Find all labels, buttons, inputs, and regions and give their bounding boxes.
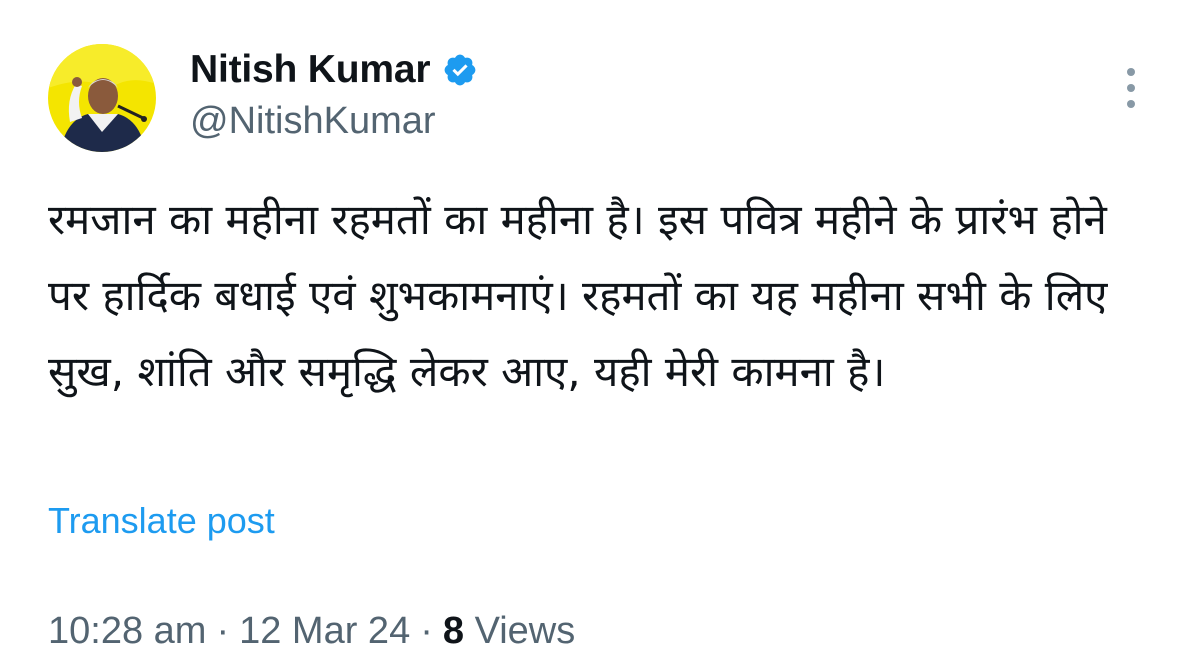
avatar[interactable] — [48, 44, 156, 152]
more-options-button[interactable] — [1118, 66, 1144, 110]
more-vertical-icon — [1127, 68, 1135, 76]
post-text: रमजान का महीना रहमतों का महीना है। इस पव… — [48, 195, 1121, 396]
meta-separator: · — [216, 610, 230, 652]
post-date[interactable]: 12 Mar 24 — [239, 610, 410, 652]
more-vertical-icon-dot — [1127, 100, 1135, 108]
name-row: Nitish Kumar — [190, 44, 478, 96]
verified-badge-icon — [442, 52, 478, 88]
meta-separator: · — [420, 610, 433, 652]
author-display-name[interactable]: Nitish Kumar — [190, 48, 431, 92]
views-label: Views — [474, 610, 576, 652]
post-meta: 10:28 am · 12 Mar 24 · 8 Views — [48, 610, 575, 653]
more-vertical-icon-dot — [1127, 84, 1135, 92]
author-block: Nitish Kumar @NitishKumar — [190, 44, 478, 143]
post-card: Nitish Kumar @NitishKumar रमजान का महीना… — [0, 0, 1200, 668]
post-time[interactable]: 10:28 am — [48, 610, 206, 652]
author-handle[interactable]: @NitishKumar — [190, 100, 478, 143]
translate-post-link[interactable]: Translate post — [48, 500, 275, 542]
avatar-image — [48, 44, 156, 152]
views-count: 8 — [442, 610, 464, 652]
